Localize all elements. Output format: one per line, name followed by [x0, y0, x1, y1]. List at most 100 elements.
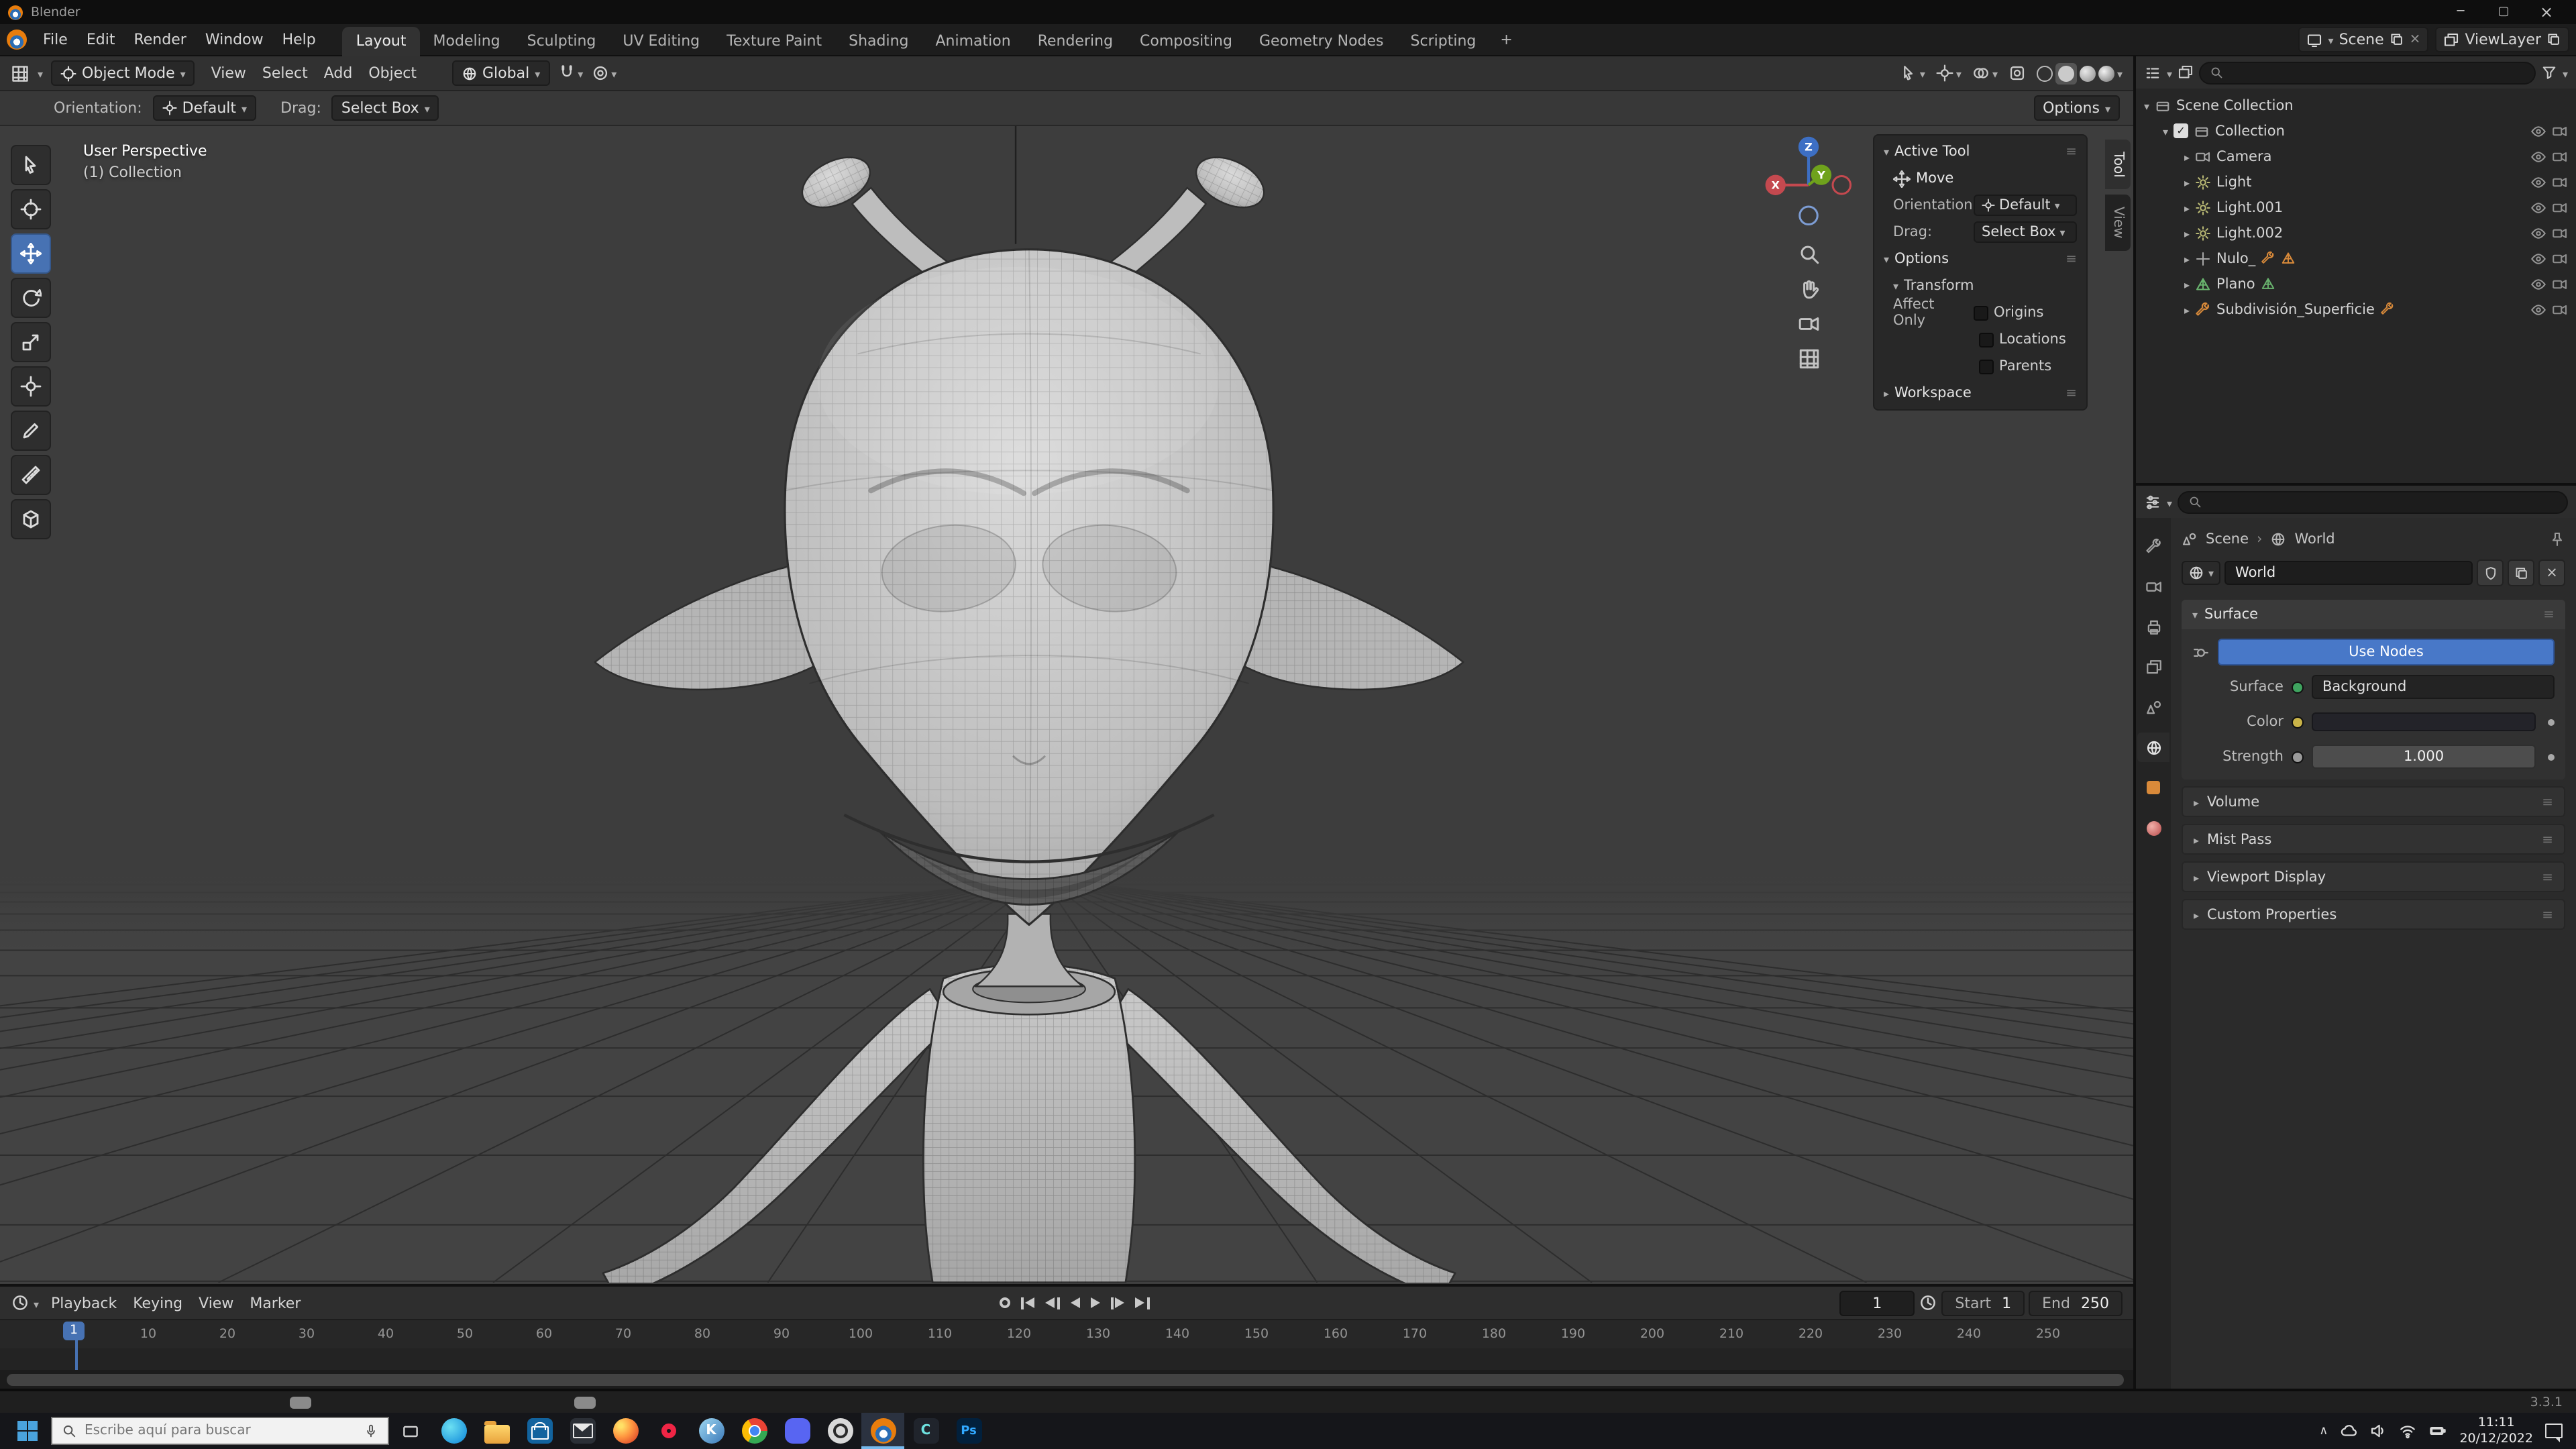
panel-grip-icon[interactable]	[2542, 906, 2553, 922]
surface-panel-header[interactable]: Surface	[2182, 600, 2565, 629]
action-center-icon[interactable]	[2545, 1424, 2563, 1442]
wifi-icon[interactable]	[2399, 1422, 2416, 1440]
options-dropdown[interactable]: Options	[2033, 95, 2120, 121]
tab-tool[interactable]: Tool	[2105, 140, 2131, 190]
shading-mode-switch[interactable]	[2036, 62, 2123, 84]
collapse-icon[interactable]	[1884, 251, 1889, 267]
prev-keyframe-button[interactable]	[1045, 1297, 1060, 1309]
collapse-icon[interactable]	[1884, 385, 1889, 401]
wireframe-shading-icon[interactable]	[2036, 65, 2053, 81]
chrome-icon[interactable]	[733, 1413, 775, 1449]
cursor-tool[interactable]	[11, 189, 51, 229]
maximize-button[interactable]	[2482, 0, 2525, 24]
workspace-tab[interactable]: Modeling	[420, 26, 514, 56]
viewport-menu-item[interactable]: Object	[360, 60, 425, 86]
outliner-row-light[interactable]: Light	[2136, 169, 2576, 195]
panel-grip-icon[interactable]	[2065, 385, 2077, 401]
outliner-row-scene-collection[interactable]: Scene Collection	[2136, 93, 2576, 118]
tab-scene-properties[interactable]	[2137, 692, 2169, 722]
browse-world-button[interactable]	[2182, 561, 2221, 585]
outliner-row-nulo[interactable]: Nulo_	[2136, 246, 2576, 271]
workspace-tab[interactable]: UV Editing	[609, 26, 713, 56]
rendered-shading-icon[interactable]	[2098, 65, 2114, 81]
gizmo-controls[interactable]	[1936, 64, 1962, 82]
current-frame-field[interactable]: 1	[1839, 1290, 1915, 1316]
rotate-tool[interactable]	[11, 278, 51, 318]
krita-icon[interactable]: K	[690, 1413, 733, 1449]
editor-type-icon[interactable]	[11, 64, 30, 83]
taskbar-search[interactable]	[51, 1417, 389, 1445]
proportional-editing-icon[interactable]	[591, 64, 608, 82]
chevron-down-icon[interactable]	[1920, 64, 1925, 82]
display-mode-icon[interactable]	[2178, 64, 2194, 80]
outliner-row-plano[interactable]: Plano	[2136, 271, 2576, 297]
eye-icon[interactable]	[2530, 301, 2546, 317]
breadcrumb-scene[interactable]: Scene	[2206, 531, 2249, 547]
jump-to-start-button[interactable]	[1020, 1297, 1035, 1309]
scale-tool[interactable]	[11, 322, 51, 362]
use-nodes-button[interactable]: Use Nodes	[2218, 639, 2555, 665]
timeline-content[interactable]	[0, 1348, 2133, 1370]
start-frame-field[interactable]: Start 1	[1941, 1290, 2025, 1316]
collapsed-panel-header[interactable]: Viewport Display	[2182, 861, 2565, 892]
select-box-tool[interactable]	[11, 145, 51, 185]
capcut-icon[interactable]: C	[904, 1413, 947, 1449]
new-copy-button[interactable]	[2508, 559, 2534, 586]
selectability-controls[interactable]	[1900, 64, 1925, 82]
navigation-gizmo[interactable]: X Z Y	[1760, 134, 1857, 231]
photoshop-icon[interactable]: Ps	[947, 1413, 990, 1449]
fake-user-button[interactable]	[2477, 559, 2504, 586]
origins-checkbox[interactable]	[1974, 305, 1988, 320]
speaker-icon[interactable]	[2369, 1422, 2387, 1440]
camera-view-icon[interactable]	[1797, 313, 1820, 335]
camera-visibility-icon[interactable]	[2552, 301, 2568, 317]
workspace-header[interactable]: Workspace	[1894, 385, 1972, 401]
timeline-menu-item[interactable]: View	[191, 1290, 241, 1316]
locations-checkbox[interactable]	[1979, 332, 1994, 347]
chevron-down-icon[interactable]	[2167, 64, 2172, 81]
edge-icon[interactable]	[432, 1413, 475, 1449]
zoom-icon[interactable]	[1797, 243, 1820, 266]
chevron-down-icon[interactable]	[34, 1294, 39, 1311]
disclosure-icon[interactable]	[2184, 276, 2190, 292]
topbar-menu-item[interactable]: Window	[196, 27, 273, 52]
timeline-track[interactable]: 10 20 30 40 50 60 70 80 90 100 110 120 130 140 150 160 1…	[0, 1319, 2133, 1370]
outliner-row-light-002[interactable]: Light.002	[2136, 220, 2576, 246]
tab-tool-properties[interactable]	[2137, 531, 2169, 561]
topbar-menu-item[interactable]: Help	[273, 27, 325, 52]
battery-icon[interactable]	[2428, 1422, 2447, 1440]
transform-orientation-dropdown[interactable]: Global	[451, 60, 550, 86]
record-button[interactable]	[999, 1297, 1010, 1308]
outliner-row-collection[interactable]: Collection	[2136, 118, 2576, 144]
workspace-tab[interactable]: Shading	[835, 26, 922, 56]
parents-checkbox[interactable]	[1979, 359, 1994, 374]
filter-icon[interactable]	[2541, 64, 2557, 80]
camera-visibility-icon[interactable]	[2552, 174, 2568, 190]
chevron-down-icon[interactable]	[611, 64, 616, 82]
collapse-icon[interactable]	[1884, 144, 1889, 160]
disclosure-icon[interactable]	[2144, 97, 2149, 113]
eye-icon[interactable]	[2530, 148, 2546, 164]
chevron-down-icon[interactable]	[1956, 64, 1962, 82]
eye-icon[interactable]	[2530, 276, 2546, 292]
tab-object-properties[interactable]	[2137, 773, 2169, 802]
eye-icon[interactable]	[2530, 225, 2546, 241]
timeline-scrollbar[interactable]	[0, 1370, 2133, 1389]
mail-icon[interactable]	[561, 1413, 604, 1449]
search-input[interactable]	[85, 1424, 356, 1438]
workspace-tab[interactable]: Scripting	[1397, 26, 1490, 56]
play-reverse-button[interactable]	[1070, 1297, 1080, 1308]
collapse-icon[interactable]	[1893, 278, 1898, 294]
blender-taskbar-icon[interactable]	[861, 1413, 904, 1449]
copy-icon[interactable]	[2546, 32, 2561, 47]
overlays-icon[interactable]	[1972, 64, 1990, 82]
scrollbar-handle[interactable]	[7, 1373, 2124, 1385]
transform-header[interactable]: Transform	[1904, 278, 1974, 294]
discord-icon[interactable]	[775, 1413, 818, 1449]
chevron-down-icon[interactable]	[1992, 64, 1998, 82]
tab-view[interactable]: View	[2105, 195, 2131, 252]
mode-dropdown[interactable]: Object Mode	[51, 60, 195, 86]
timeline-ruler[interactable]: 10 20 30 40 50 60 70 80 90 100 110 120 130 140 150 160 1…	[0, 1319, 2133, 1348]
solid-shading-icon[interactable]	[2057, 65, 2074, 81]
ortho-grid-icon[interactable]	[1797, 347, 1820, 370]
